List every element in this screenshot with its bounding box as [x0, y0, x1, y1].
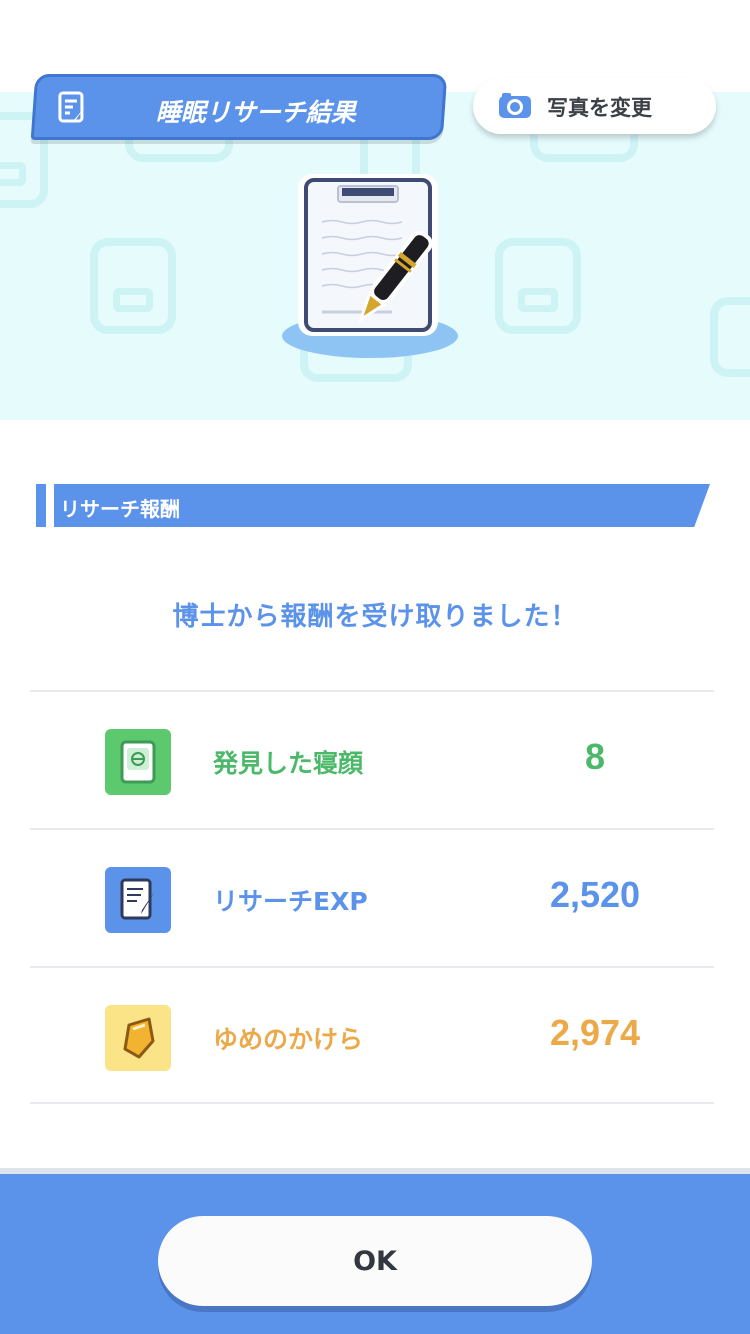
dream-shard-icon — [105, 1005, 171, 1071]
background-pattern-icon — [710, 297, 750, 377]
divider — [30, 1102, 714, 1104]
result-header-tab: 睡眠リサーチ結果 — [30, 74, 448, 140]
background-pattern-icon — [90, 238, 176, 334]
page-title: 睡眠リサーチ結果 — [155, 98, 356, 127]
change-photo-label: 写真を変更 — [547, 96, 652, 120]
ok-button[interactable]: OK — [158, 1216, 592, 1306]
reward-row: ゆめのかけら 2,974 — [30, 968, 714, 1104]
reward-value: 8 — [584, 736, 606, 777]
reward-label: リサーチEXP — [213, 887, 368, 916]
reward-row: リサーチEXP 2,520 — [30, 830, 714, 966]
change-photo-button[interactable]: 写真を変更 — [473, 78, 716, 134]
background-pattern-icon — [495, 238, 581, 334]
reward-label: 発見した寝顔 — [213, 749, 364, 778]
section-header: リサーチ報酬 — [36, 484, 710, 527]
reward-label: ゆめのかけら — [213, 1025, 364, 1054]
pokedex-icon — [105, 729, 171, 795]
reward-message: 博士から報酬を受け取りました！ — [172, 602, 578, 632]
research-notes-icon — [105, 867, 171, 933]
reward-value: 2,974 — [549, 1012, 641, 1053]
camera-icon — [499, 93, 531, 118]
reward-row: 発見した寝顔 8 — [30, 692, 714, 828]
section-accent — [36, 484, 46, 527]
reward-value: 2,520 — [549, 874, 641, 915]
clipboard-pen-illustration — [282, 174, 458, 358]
research-notes-icon — [58, 91, 85, 123]
section-title: リサーチ報酬 — [60, 497, 180, 521]
